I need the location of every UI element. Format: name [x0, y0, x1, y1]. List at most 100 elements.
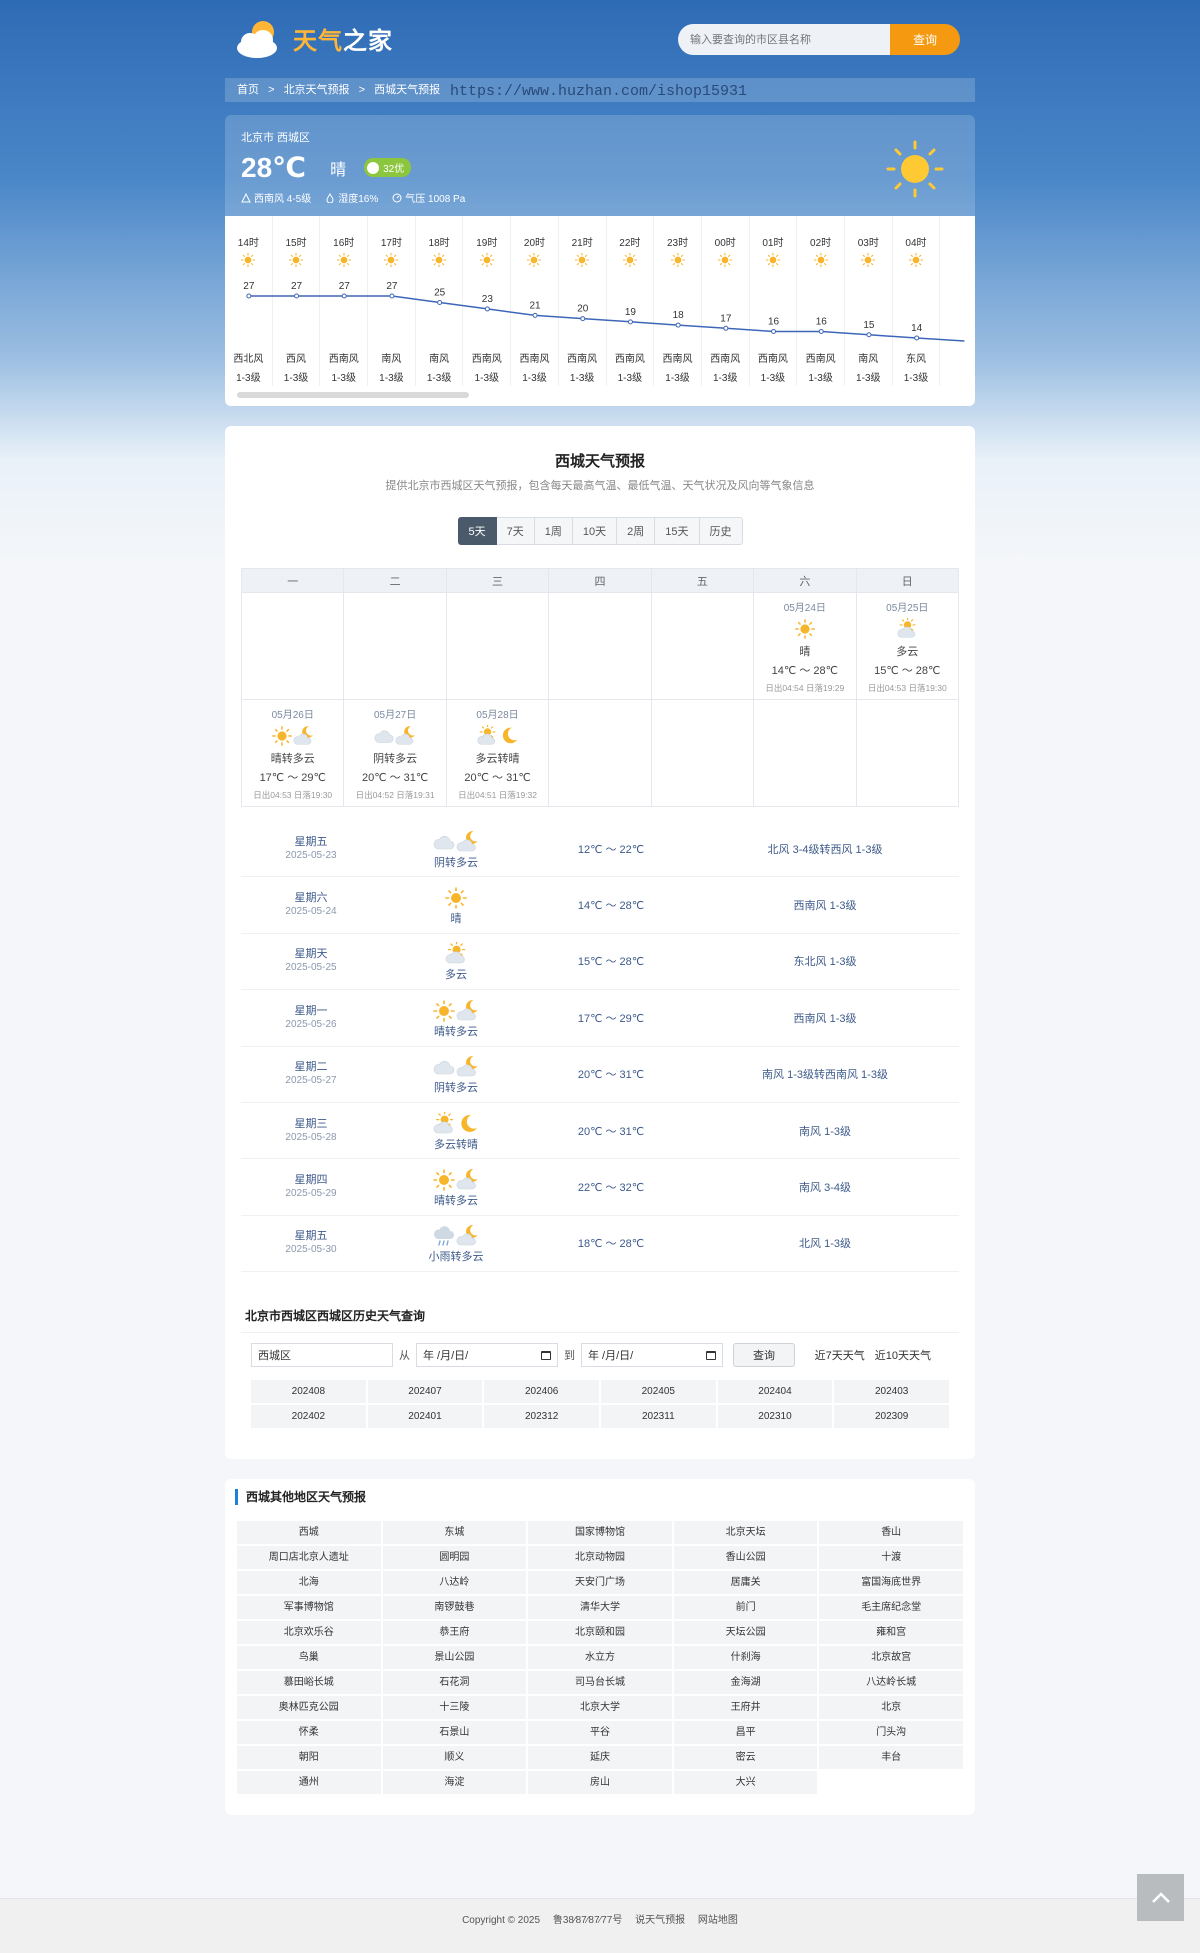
aqi-badge[interactable]: 32优 [364, 158, 412, 177]
area-link[interactable]: 金海湖 [673, 1671, 818, 1694]
area-link[interactable]: 门头沟 [819, 1721, 963, 1744]
area-link[interactable]: 海淀 [382, 1771, 527, 1794]
tab-4[interactable]: 2周 [617, 517, 656, 545]
history-10day-link[interactable]: 近10天天气 [875, 1347, 931, 1363]
area-link[interactable]: 北京颐和园 [528, 1621, 672, 1644]
area-link[interactable]: 平谷 [528, 1721, 672, 1744]
area-link[interactable]: 朝阳 [237, 1746, 381, 1769]
hourly-scrollbar[interactable] [237, 392, 469, 398]
history-month-link[interactable]: 202310 [717, 1405, 833, 1429]
area-link[interactable]: 香山 [819, 1521, 963, 1544]
area-link[interactable]: 慕田峪长城 [237, 1671, 381, 1694]
history-query-button[interactable]: 查询 [733, 1343, 795, 1368]
area-link[interactable]: 圆明园 [382, 1546, 527, 1569]
area-link[interactable]: 丰台 [819, 1746, 963, 1769]
area-link[interactable]: 司马台长城 [528, 1671, 672, 1694]
area-link[interactable]: 石景山 [382, 1721, 527, 1744]
history-month-link[interactable]: 202309 [834, 1405, 949, 1429]
area-link[interactable]: 天坛公园 [673, 1621, 818, 1644]
area-link[interactable]: 密云 [673, 1746, 818, 1769]
area-link[interactable]: 前门 [673, 1596, 818, 1619]
history-7day-link[interactable]: 近7天天气 [815, 1347, 865, 1363]
tab-2[interactable]: 1周 [534, 517, 573, 545]
area-link[interactable]: 延庆 [528, 1746, 672, 1769]
area-link[interactable]: 毛主席纪念堂 [819, 1596, 963, 1619]
history-month-link[interactable]: 202311 [600, 1405, 716, 1429]
history-month-link[interactable]: 202405 [600, 1380, 716, 1404]
area-link[interactable]: 八达岭 [382, 1571, 527, 1594]
area-link[interactable]: 水立方 [528, 1646, 672, 1669]
area-link[interactable]: 北京 [819, 1696, 963, 1719]
area-link[interactable]: 十三陵 [382, 1696, 527, 1719]
area-link[interactable]: 清华大学 [528, 1596, 672, 1619]
search-button[interactable]: 查询 [890, 24, 960, 55]
area-link[interactable]: 北京动物园 [528, 1546, 672, 1569]
daily-row[interactable]: 星期天 2025-05-25 多云 15℃ ～ 28℃ 东北风 1-3级 [241, 934, 959, 991]
area-link[interactable]: 奥林匹克公园 [237, 1696, 381, 1719]
tab-5[interactable]: 15天 [655, 517, 700, 545]
history-start-date[interactable]: 年 /月/日/ [416, 1343, 558, 1368]
area-link[interactable]: 北京欢乐谷 [237, 1621, 381, 1644]
daily-row[interactable]: 星期三 2025-05-28 多云转晴 20℃ ～ 31℃ 南风 1-3级 [241, 1103, 959, 1160]
area-link[interactable]: 恭王府 [382, 1621, 527, 1644]
history-month-link[interactable]: 202403 [834, 1380, 949, 1404]
tab-0[interactable]: 5天 [457, 517, 497, 545]
history-month-link[interactable]: 202402 [251, 1405, 366, 1429]
back-to-top-button[interactable] [1137, 1874, 1184, 1921]
area-link[interactable]: 雍和宫 [819, 1621, 963, 1644]
daily-row[interactable]: 星期六 2025-05-24 晴 14℃ ～ 28℃ 西南风 1-3级 [241, 877, 959, 934]
area-link[interactable]: 景山公园 [382, 1646, 527, 1669]
area-link[interactable]: 北京故宫 [819, 1646, 963, 1669]
calendar-icon[interactable] [706, 1350, 716, 1360]
tab-1[interactable]: 7天 [496, 517, 535, 545]
tab-3[interactable]: 10天 [572, 517, 618, 545]
area-link[interactable]: 怀柔 [237, 1721, 381, 1744]
area-link[interactable]: 十渡 [819, 1546, 963, 1569]
area-link[interactable]: 八达岭长城 [819, 1671, 963, 1694]
calendar-day[interactable]: 05月24日 晴 14℃ ～ 28℃ 日出04:54 日落19:29 [753, 592, 857, 700]
calendar-day[interactable]: 05月25日 多云 15℃ ～ 28℃ 日出04:53 日落19:30 [855, 592, 960, 700]
area-link[interactable]: 什刹海 [673, 1646, 818, 1669]
calendar-day[interactable]: 05月27日 阴转多云 20℃ ～ 31℃ 日出04:52 日落19:31 [343, 699, 447, 807]
area-link[interactable]: 富国海底世界 [819, 1571, 963, 1594]
area-link[interactable]: 居庸关 [673, 1571, 818, 1594]
area-link[interactable]: 通州 [237, 1771, 381, 1794]
daily-row[interactable]: 星期四 2025-05-29 晴转多云 22℃ ～ 32℃ 南风 3-4级 [241, 1159, 959, 1216]
breadcrumb-home[interactable]: 首页 [237, 84, 259, 96]
area-link[interactable]: 周口店北京人遗址 [237, 1546, 381, 1569]
calendar-day[interactable]: 05月26日 晴转多云 17℃ ～ 29℃ 日出04:53 日落19:30 [240, 699, 345, 807]
area-link[interactable]: 昌平 [673, 1721, 818, 1744]
tab-6[interactable]: 历史 [699, 517, 743, 545]
daily-row[interactable]: 星期五 2025-05-23 阴转多云 12℃ ～ 22℃ 北风 3-4级转西风 … [241, 821, 959, 878]
history-month-link[interactable]: 202408 [251, 1380, 366, 1404]
history-area-input[interactable] [251, 1343, 393, 1368]
daily-row[interactable]: 星期五 2025-05-30 小雨转多云 18℃ ～ 28℃ 北风 1-3级 [241, 1216, 959, 1273]
area-link[interactable]: 大兴 [673, 1771, 818, 1794]
calendar-icon[interactable] [541, 1350, 551, 1360]
footer-link-forecast[interactable]: 说天气预报 [635, 1915, 685, 1926]
area-link[interactable]: 天安门广场 [528, 1571, 672, 1594]
area-link[interactable]: 石花洞 [382, 1671, 527, 1694]
area-link[interactable]: 北京大学 [528, 1696, 672, 1719]
breadcrumb-beijing[interactable]: 北京天气预报 [284, 84, 350, 96]
history-month-link[interactable]: 202406 [484, 1380, 599, 1404]
area-link[interactable]: 国家博物馆 [528, 1521, 672, 1544]
daily-row[interactable]: 星期二 2025-05-27 阴转多云 20℃ ～ 31℃ 南风 1-3级转西南风… [241, 1047, 959, 1103]
history-month-link[interactable]: 202404 [717, 1380, 833, 1404]
area-link[interactable]: 王府井 [673, 1696, 818, 1719]
area-link[interactable]: 东城 [382, 1521, 527, 1544]
area-link[interactable]: 北海 [237, 1571, 381, 1594]
hourly-forecast[interactable]: 14时 西北风 1-3级 15时 西风 1-3级 16时 西南风 1-3级 17时 南… [225, 216, 975, 406]
footer-link-sitemap[interactable]: 网站地图 [698, 1915, 738, 1926]
site-logo[interactable]: 天气之家 [233, 16, 393, 60]
icp-number[interactable]: 鲁38⁄​87⁄​87⁄​77号 [553, 1915, 623, 1926]
area-link[interactable]: 鸟巢 [237, 1646, 381, 1669]
area-link[interactable]: 房山 [528, 1771, 672, 1794]
history-month-link[interactable]: 202312 [484, 1405, 599, 1429]
history-month-link[interactable]: 202407 [367, 1380, 483, 1404]
history-month-link[interactable]: 202401 [367, 1405, 483, 1429]
area-link[interactable]: 南锣鼓巷 [382, 1596, 527, 1619]
breadcrumb-current[interactable]: 西城天气预报 [374, 84, 440, 96]
daily-row[interactable]: 星期一 2025-05-26 晴转多云 17℃ ～ 29℃ 西南风 1-3级 [241, 990, 959, 1047]
area-link[interactable]: 军事博物馆 [237, 1596, 381, 1619]
